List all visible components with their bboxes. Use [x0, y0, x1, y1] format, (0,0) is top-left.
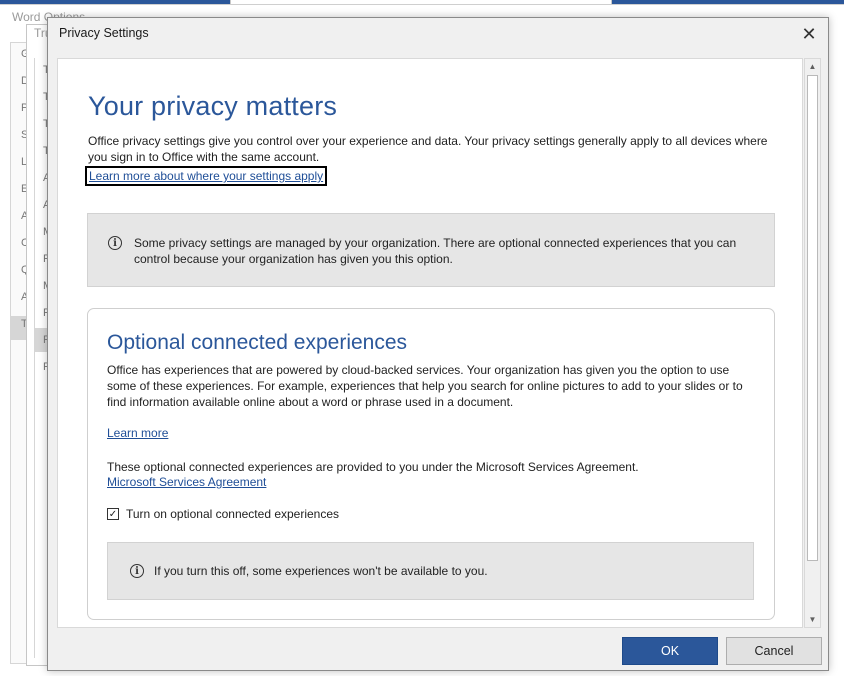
privacy-settings-dialog: Privacy Settings ✕ Your privacy matters …: [47, 17, 829, 671]
vertical-scrollbar[interactable]: ▲ ▼: [804, 58, 821, 628]
settings-apply-link[interactable]: Learn more about where your settings app…: [89, 169, 323, 183]
intro-text: Office privacy settings give you control…: [88, 134, 768, 164]
learn-more-link[interactable]: Learn more: [107, 426, 168, 440]
cancel-button[interactable]: Cancel: [726, 637, 822, 665]
dialog-title: Privacy Settings: [59, 26, 149, 40]
optional-experiences-checkbox[interactable]: ✓: [107, 508, 119, 520]
close-icon: ✕: [801, 23, 817, 44]
optional-experiences-section: Optional connected experiences Office ha…: [87, 308, 775, 620]
ok-button[interactable]: OK: [622, 637, 718, 665]
info-icon: i: [130, 564, 144, 578]
turn-off-warning: i If you turn this off, some experiences…: [107, 542, 754, 600]
page-heading: Your privacy matters: [88, 91, 338, 121]
services-agreement-link[interactable]: Microsoft Services Agreement: [107, 475, 266, 489]
dialog-content: Your privacy matters Office privacy sett…: [57, 58, 803, 628]
info-icon: i: [108, 236, 122, 250]
optional-experiences-checkbox-row[interactable]: ✓ Turn on optional connected experiences: [107, 507, 339, 521]
warning-text: If you turn this off, some experiences w…: [154, 564, 488, 578]
settings-link-focus: Learn more about where your settings app…: [85, 166, 328, 186]
section-title: Optional connected experiences: [107, 331, 408, 354]
close-button[interactable]: ✕: [794, 22, 824, 46]
section-description: Office has experiences that are powered …: [107, 363, 743, 409]
org-managed-notice: i Some privacy settings are managed by y…: [87, 213, 775, 287]
checkbox-label: Turn on optional connected experiences: [126, 507, 340, 521]
checkmark-icon: ✓: [108, 508, 118, 520]
scroll-up-icon[interactable]: ▲: [805, 59, 820, 74]
scroll-thumb[interactable]: [807, 75, 818, 561]
org-notice-text: Some privacy settings are managed by you…: [134, 236, 737, 266]
scroll-down-icon[interactable]: ▼: [805, 612, 820, 627]
agreement-text: These optional connected experiences are…: [107, 460, 639, 474]
